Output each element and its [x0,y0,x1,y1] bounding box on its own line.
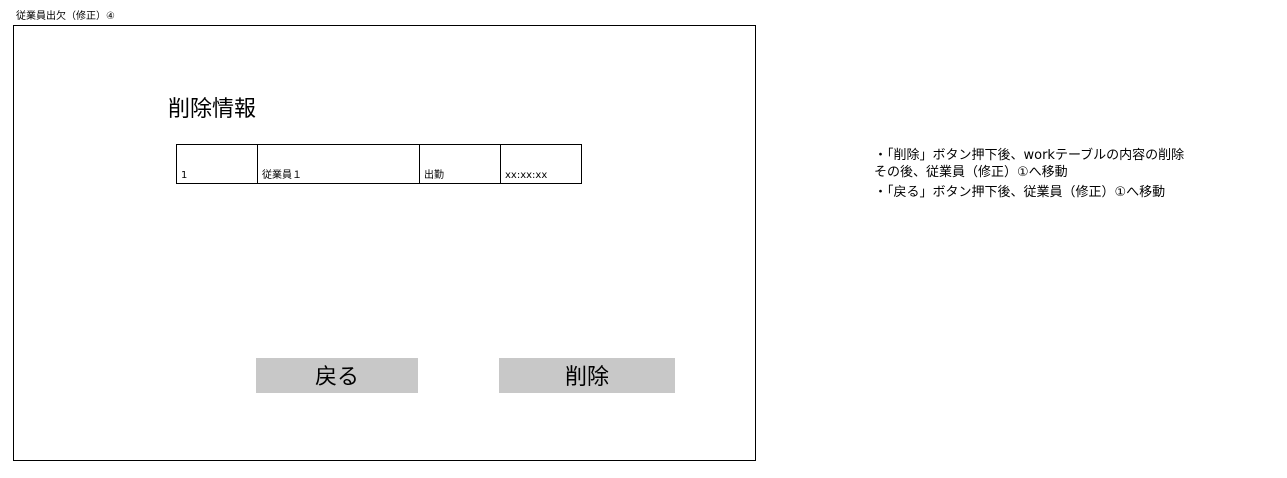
back-button[interactable]: 戻る [256,358,418,393]
page-heading: 削除情報 [168,97,257,122]
note-delete-line2: その後、従業員（修正）①へ移動 [874,165,1068,180]
cell-status: 出勤 [419,144,501,184]
note-back-line1: ・「戻る」ボタン押下後、従業員（修正）①へ移動 [874,185,1166,200]
note-delete-line1: ・「削除」ボタン押下後、workテーブルの内容の削除 [874,148,1185,163]
screen-frame: 削除情報 1 従業員１ 出勤 xx:xx:xx 戻る 削除 [13,25,756,461]
cell-number: 1 [176,144,258,184]
cell-employee: 従業員１ [257,144,420,184]
screen-title: 従業員出欠（修正）④ [16,11,115,22]
note-back: ・「戻る」ボタン押下後、従業員（修正）①へ移動 [874,184,1184,201]
cell-time: xx:xx:xx [500,144,582,184]
table-row: 1 従業員１ 出勤 xx:xx:xx [176,144,582,184]
note-delete: ・「削除」ボタン押下後、workテーブルの内容の削除 その後、従業員（修正）①へ… [874,147,1184,181]
spec-notes: ・「削除」ボタン押下後、workテーブルの内容の削除 その後、従業員（修正）①へ… [874,147,1184,204]
delete-button[interactable]: 削除 [499,358,675,393]
deletion-record-table: 1 従業員１ 出勤 xx:xx:xx [176,144,582,184]
